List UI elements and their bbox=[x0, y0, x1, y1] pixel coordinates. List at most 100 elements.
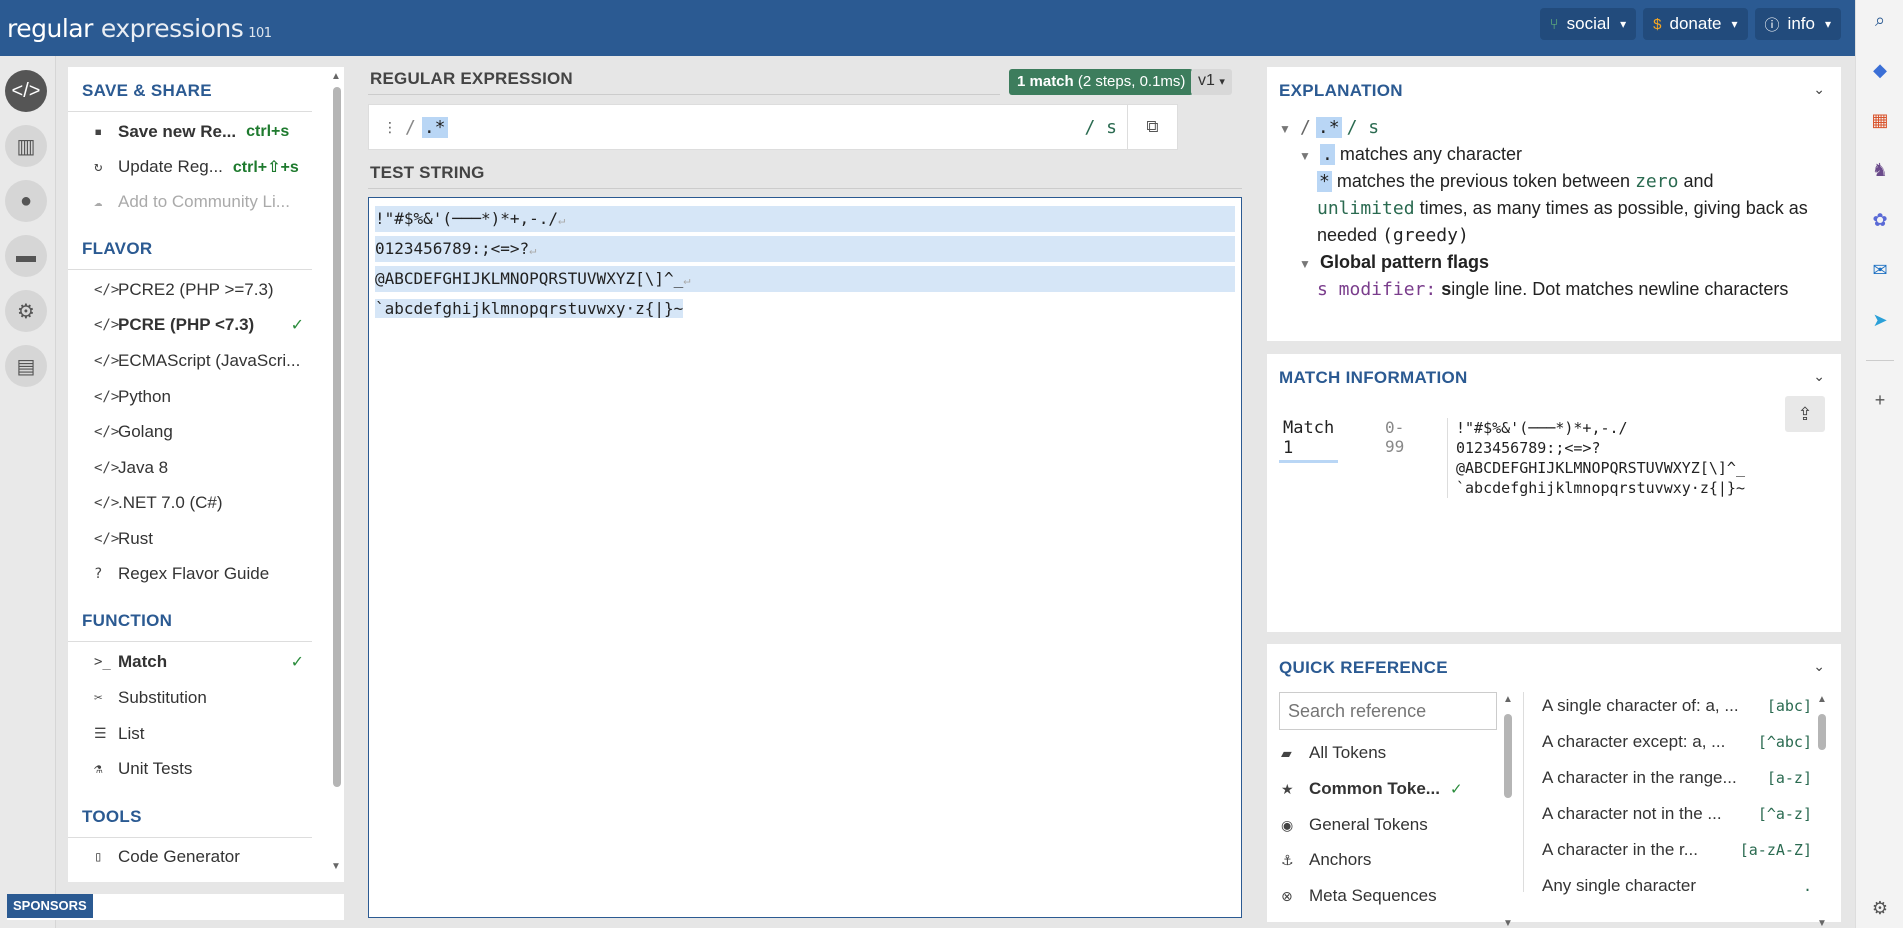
account-nav-button[interactable]: ● bbox=[5, 180, 47, 222]
reference-item[interactable]: A single character of: a, ... [abc] bbox=[1542, 692, 1812, 720]
browser-sidebar: ⌕ ◆ ▦ ♞ ✿ ✉ ➤ + ⚙ bbox=[1855, 0, 1903, 928]
scroll-thumb[interactable] bbox=[1818, 714, 1826, 750]
editor-nav-button[interactable]: </> bbox=[5, 70, 47, 112]
save-new-regex-button[interactable]: ▪ Save new Re... ctrl+s bbox=[94, 117, 364, 147]
flavor-golang[interactable]: </> Golang bbox=[94, 417, 364, 447]
list-icon: ☰ bbox=[94, 726, 107, 742]
return-icon: ↵ bbox=[683, 273, 691, 287]
flavor-python[interactable]: </> Python bbox=[94, 382, 364, 412]
category-all-tokens[interactable]: ▰ All Tokens bbox=[1279, 739, 1489, 767]
scroll-thumb[interactable] bbox=[333, 87, 341, 787]
test-heading-underline bbox=[368, 188, 1242, 189]
regex-input-box[interactable]: ⋮ / .* / s ⧉ bbox=[368, 104, 1178, 150]
export-matches-button[interactable]: ⇪ bbox=[1785, 396, 1825, 432]
save-label: Save new Re... bbox=[118, 122, 237, 141]
expand-triangle-icon[interactable]: ▼ bbox=[1299, 149, 1315, 163]
version-select[interactable]: v1 ▾ bbox=[1191, 69, 1232, 95]
regex-input[interactable]: .* bbox=[421, 116, 448, 138]
add-to-community-button[interactable]: ☁ Add to Community Li... bbox=[94, 187, 364, 217]
cancel-circle-icon: ⊗ bbox=[1281, 887, 1293, 904]
update-shortcut: ctrl+⇧+s bbox=[232, 159, 299, 176]
outlook-icon[interactable]: ✉ bbox=[1868, 258, 1892, 282]
flavor-rust[interactable]: </> Rust bbox=[94, 524, 364, 554]
donate-button[interactable]: $ donate ▾ bbox=[1643, 8, 1748, 40]
reference-item[interactable]: A character not in the ... [^a-z] bbox=[1542, 800, 1812, 828]
category-general-tokens[interactable]: ◉ General Tokens bbox=[1279, 811, 1489, 839]
explain-star: * matches the previous token between zer… bbox=[1317, 171, 1713, 192]
chat-icon: ▤ bbox=[16, 355, 36, 378]
flavor-java[interactable]: </> Java 8 bbox=[94, 453, 364, 483]
send-icon[interactable]: ➤ bbox=[1868, 308, 1892, 332]
flavor-pcre2[interactable]: </> PCRE2 (PHP >=7.3) bbox=[94, 275, 364, 305]
category-common-tokens[interactable]: ★ Common Toke... ✓ bbox=[1279, 775, 1489, 803]
quiz-nav-button[interactable]: ▬ bbox=[5, 235, 47, 277]
scroll-thumb[interactable] bbox=[1504, 714, 1512, 798]
info-button[interactable]: ⓘ info ▾ bbox=[1754, 8, 1841, 40]
function-match[interactable]: >_ Match ✓ bbox=[94, 647, 364, 677]
category-anchors[interactable]: ⚓ Anchors bbox=[1279, 846, 1489, 874]
library-icon: ▥ bbox=[16, 135, 36, 158]
explain-and: and bbox=[1683, 171, 1714, 191]
toolbox-icon[interactable]: ▦ bbox=[1868, 108, 1892, 132]
version-label: v1 bbox=[1198, 72, 1215, 89]
expand-triangle-icon[interactable]: ▼ bbox=[1279, 122, 1295, 136]
reference-item[interactable]: A character in the range... [a-z] bbox=[1542, 764, 1812, 792]
function-label: List bbox=[118, 724, 145, 743]
explain-root: ▼ / .* / s bbox=[1279, 117, 1379, 138]
flavor-label: Java 8 bbox=[118, 458, 169, 477]
update-regex-button[interactable]: ↻ Update Reg... ctrl+⇧+s bbox=[94, 152, 364, 182]
donate-label: donate bbox=[1669, 14, 1722, 33]
left-icon-rail: </> ▥ ● ▬ ⚙ ▤ bbox=[0, 56, 56, 928]
function-list[interactable]: ☰ List bbox=[94, 719, 364, 749]
info-label: info bbox=[1787, 14, 1815, 33]
flavor-dotnet[interactable]: </> .NET 7.0 (C#) bbox=[94, 488, 364, 518]
left-panel-scrollbar[interactable]: ▲ ▼ bbox=[330, 67, 342, 882]
reference-search-input[interactable] bbox=[1279, 692, 1497, 730]
copilot-icon[interactable]: ✿ bbox=[1868, 208, 1892, 232]
regex-flags-button[interactable]: / s bbox=[1084, 117, 1117, 138]
settings-nav-button[interactable]: ⚙ bbox=[5, 290, 47, 332]
code-generator-button[interactable]: ▯ Code Generator bbox=[94, 842, 364, 872]
app-logo[interactable]: regular expressions 101 bbox=[7, 14, 272, 43]
reference-item[interactable]: A character except: a, ... [^abc] bbox=[1542, 728, 1812, 756]
reference-scrollbar[interactable]: ▲ ▼ bbox=[1817, 692, 1827, 928]
ref-code: [abc] bbox=[1766, 697, 1812, 715]
expand-triangle-icon[interactable]: ▼ bbox=[1299, 257, 1315, 271]
sidebar-divider bbox=[1866, 360, 1894, 361]
search-icon[interactable]: ⌕ bbox=[1868, 8, 1892, 32]
test-line-text: @ABCDEFGHIJKLMNOPQRSTUVWXYZ[\]^_ bbox=[375, 269, 684, 288]
collapse-chevron-icon[interactable]: ⌄ bbox=[1813, 81, 1825, 98]
flavor-ecmascript[interactable]: </> ECMAScript (JavaScri... bbox=[94, 346, 364, 376]
function-heading: FUNCTION bbox=[68, 611, 312, 642]
collapse-chevron-icon[interactable]: ⌄ bbox=[1813, 658, 1825, 675]
library-nav-button[interactable]: ▥ bbox=[5, 125, 47, 167]
explain-flags-title: Global pattern flags bbox=[1320, 252, 1490, 272]
category-scrollbar[interactable]: ▲ ▼ bbox=[1503, 692, 1513, 928]
chevron-down-icon: ▾ bbox=[1824, 17, 1831, 31]
chess-icon[interactable]: ♞ bbox=[1868, 158, 1892, 182]
sponsors-bar: SPONSORS bbox=[7, 894, 344, 920]
update-label: Update Reg... bbox=[118, 157, 223, 176]
sponsors-label: SPONSORS bbox=[7, 894, 93, 918]
ref-code: [a-z] bbox=[1766, 769, 1812, 787]
gear-icon[interactable]: ⚙ bbox=[1868, 896, 1892, 920]
match-count: 1 match bbox=[1017, 73, 1074, 90]
test-string-editor[interactable]: !"#$%&'(───*)*+,-./↵ 0123456789:;<=>?↵ @… bbox=[368, 197, 1242, 918]
tag-icon[interactable]: ◆ bbox=[1868, 58, 1892, 82]
plus-icon[interactable]: + bbox=[1868, 388, 1892, 412]
function-substitution[interactable]: ✂ Substitution bbox=[94, 683, 364, 713]
reference-item[interactable]: Any single character. bbox=[1542, 872, 1812, 900]
flavor-label: Regex Flavor Guide bbox=[118, 564, 270, 583]
collapse-chevron-icon[interactable]: ⌄ bbox=[1813, 368, 1825, 385]
copy-regex-button[interactable]: ⧉ bbox=[1127, 105, 1177, 149]
function-unit-tests[interactable]: ⚗ Unit Tests bbox=[94, 754, 364, 784]
category-meta-sequences[interactable]: ⊗ Meta Sequences bbox=[1279, 882, 1489, 910]
social-button[interactable]: ⑂ social ▾ bbox=[1539, 8, 1637, 40]
flavor-guide-link[interactable]: ? Regex Flavor Guide bbox=[94, 559, 364, 589]
drag-handle-icon[interactable]: ⋮ bbox=[383, 119, 397, 136]
flavor-pcre[interactable]: </> PCRE (PHP <7.3) ✓ bbox=[94, 310, 364, 340]
reference-item[interactable]: A character in the r... [a-zA-Z] bbox=[1542, 836, 1812, 864]
category-label: Common Toke... bbox=[1309, 779, 1440, 798]
match-information-panel: MATCH INFORMATION ⌄ Match 1 0-99 !"#$%&'… bbox=[1267, 354, 1841, 632]
chat-nav-button[interactable]: ▤ bbox=[5, 345, 47, 387]
